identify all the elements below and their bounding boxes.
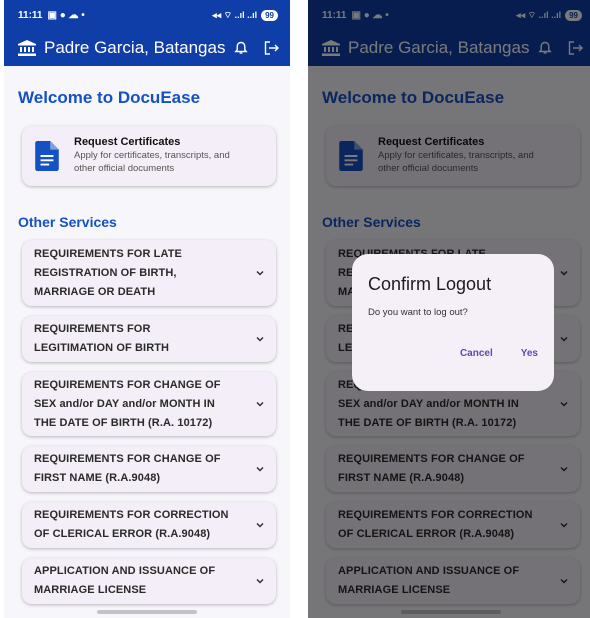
service-marriage-license[interactable]: APPLICATION AND ISSUANCE OF MARRIAGE LICE… <box>22 558 276 604</box>
label-line: MARRIAGE OR DEATH <box>34 285 156 298</box>
chevron-down-icon <box>256 466 264 472</box>
service-label: REQUIREMENTS FOR CORRECTION OF CLERICAL E… <box>34 506 229 544</box>
status-time: 11:11 <box>18 9 43 21</box>
label-line: LEGITIMATION OF BIRTH <box>34 342 170 354</box>
service-late-registration[interactable]: REQUIREMENTS FOR LATE REGISTRATION OF BIR… <box>22 240 276 306</box>
welcome-title: Welcome to DocuEase <box>18 88 201 107</box>
other-services-title: Other Services <box>18 214 117 230</box>
chevron-down-icon <box>256 522 264 528</box>
battery-icon: 99 <box>261 9 278 21</box>
municipal-building-icon <box>18 40 36 56</box>
notification-icons: ▣ ● ☁ • <box>47 9 85 21</box>
chevron-down-icon <box>256 401 264 407</box>
dialog-actions: Cancel Yes <box>368 348 538 359</box>
app-title: Padre Garcia, Batangas <box>44 38 226 57</box>
phone-screen-logout-dialog: 11:11▣ ● ☁ • ◂◂ ⌔ ..ıl ..ıl99 Padre Garc… <box>308 0 590 618</box>
yes-button[interactable]: Yes <box>521 348 538 359</box>
dialog-title: Confirm Logout <box>368 274 492 294</box>
service-clerical-error[interactable]: REQUIREMENTS FOR CORRECTION OF CLERICAL E… <box>22 502 276 548</box>
label-line: REQUIREMENTS FOR CHANGE OF <box>34 378 221 391</box>
subtitle-line-2: other official documents <box>74 163 175 174</box>
label-line: REGISTRATION OF BIRTH, <box>34 266 177 279</box>
label-line: SEX and/or DAY and/or MONTH IN <box>34 397 215 410</box>
service-change-of-sex-date[interactable]: REQUIREMENTS FOR CHANGE OF SEX and/or DAY… <box>22 372 276 436</box>
request-card-title: Request Certificates <box>74 136 181 149</box>
label-line: APPLICATION AND ISSUANCE OF <box>34 565 216 577</box>
service-label: REQUIREMENTS FOR LEGITIMATION OF BIRTH <box>34 320 169 358</box>
signal-icons: ◂◂ ⌔ ..ıl ..ıl <box>212 9 258 20</box>
subtitle-line-1: Apply for certificates, transcripts, and <box>74 150 230 162</box>
label-line: THE DATE OF BIRTH (R.A. 10172) <box>34 416 213 429</box>
service-label: REQUIREMENTS FOR CHANGE OF FIRST NAME (R.… <box>34 450 221 488</box>
app-bar: Padre Garcia, Batangas <box>4 30 290 66</box>
confirm-logout-dialog: Confirm Logout Do you want to log out? C… <box>352 254 554 391</box>
label-line: OF CLERICAL ERROR (R.A.9048) <box>34 528 211 540</box>
label-line: FIRST NAME (R.A.9048) <box>34 472 161 484</box>
bell-icon[interactable] <box>234 41 248 55</box>
service-label: REQUIREMENTS FOR LATE REGISTRATION OF BIR… <box>34 245 182 302</box>
chevron-down-icon <box>256 270 264 276</box>
dialog-message: Do you want to log out? <box>368 307 468 318</box>
request-certificates-card[interactable]: Request Certificates Apply for certifica… <box>22 126 276 186</box>
label-line: MARRIAGE LICENSE <box>34 584 147 596</box>
chevron-down-icon <box>256 578 264 584</box>
service-label: REQUIREMENTS FOR CHANGE OF SEX and/or DAY… <box>34 376 221 433</box>
logout-icon[interactable] <box>264 41 280 55</box>
phone-screen-home: 11:11 ▣ ● ☁ • ◂◂ ⌔ ..ıl ..ıl 99 Padre Garc… <box>4 0 290 618</box>
label-line: REQUIREMENTS FOR CHANGE OF <box>34 453 221 465</box>
status-bar: 11:11 ▣ ● ☁ • ◂◂ ⌔ ..ıl ..ıl99 <box>4 0 290 30</box>
gesture-nav-bar[interactable] <box>97 610 197 614</box>
label-line: REQUIREMENTS FOR LATE <box>34 247 182 260</box>
document-icon <box>35 141 59 171</box>
cancel-button[interactable]: Cancel <box>460 348 493 359</box>
request-card-subtitle: Apply for certificates, transcripts, and… <box>74 150 230 176</box>
label-line: REQUIREMENTS FOR <box>34 323 151 335</box>
service-change-first-name[interactable]: REQUIREMENTS FOR CHANGE OF FIRST NAME (R.… <box>22 446 276 492</box>
service-legitimation[interactable]: REQUIREMENTS FOR LEGITIMATION OF BIRTH <box>22 316 276 362</box>
label-line: REQUIREMENTS FOR CORRECTION <box>34 509 229 521</box>
service-label: APPLICATION AND ISSUANCE OF MARRIAGE LICE… <box>34 562 215 600</box>
chevron-down-icon <box>256 336 264 342</box>
